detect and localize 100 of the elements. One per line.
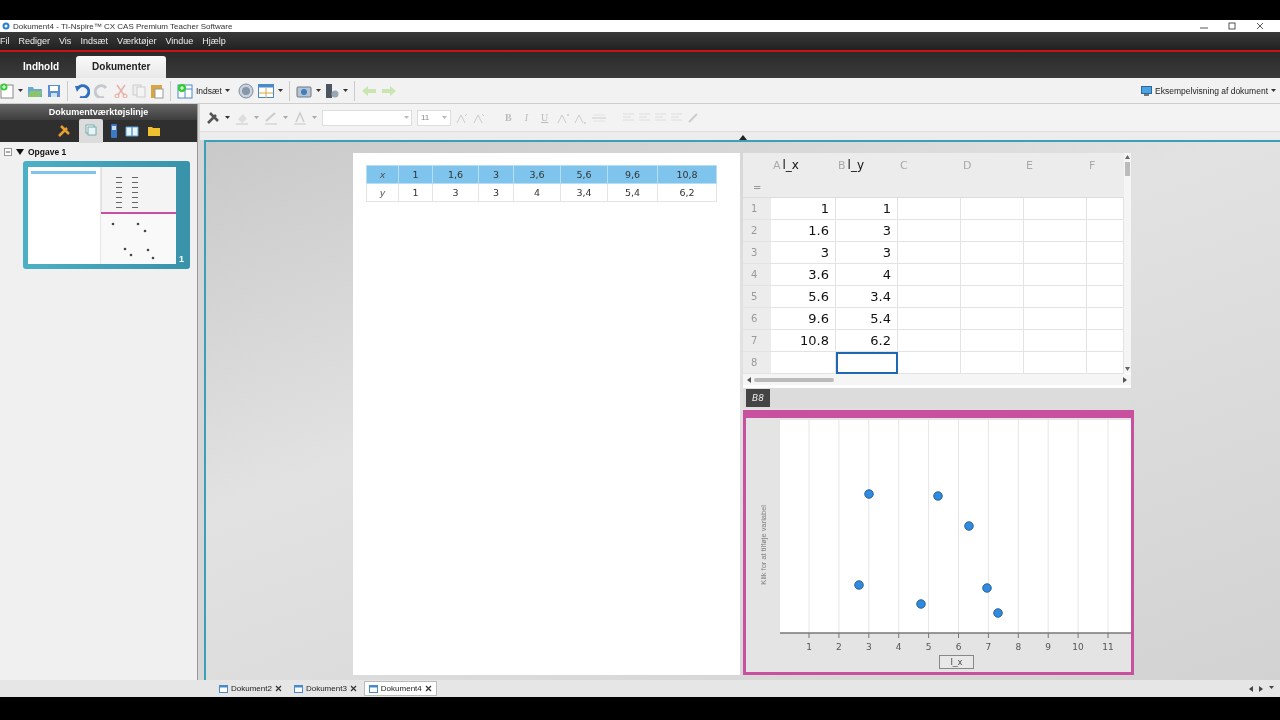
table-cell: 5,4 [607, 183, 658, 202]
spreadsheet-cell[interactable]: 3.6 [771, 264, 836, 286]
folder-icon[interactable] [146, 125, 161, 137]
expanded-triangle-icon[interactable] [16, 149, 24, 155]
caret-icon[interactable] [225, 116, 230, 119]
table-cell: 10,8 [657, 165, 717, 184]
variable-icon[interactable] [238, 82, 254, 99]
tab-menu-icon[interactable] [1269, 685, 1274, 689]
previous-tab-icon[interactable] [1249, 685, 1253, 692]
spreadsheet-cell[interactable]: 3 [836, 242, 898, 264]
page-thumbnail[interactable]: 1 [23, 161, 190, 269]
tools-icon[interactable] [206, 110, 220, 125]
vertical-scrollbar[interactable] [1124, 153, 1131, 373]
row-number: 7 [743, 330, 771, 352]
font-smaller-icon[interactable] [473, 111, 485, 124]
book-icon[interactable] [124, 125, 139, 137]
caret-icon[interactable] [316, 89, 321, 92]
document-icon[interactable] [219, 684, 228, 693]
spreadsheet-cell[interactable]: 3 [771, 242, 836, 264]
column-header[interactable]: B l_y [836, 153, 898, 177]
menu-item[interactable]: Vindue [162, 36, 200, 46]
copy-icon[interactable] [132, 83, 146, 98]
menu-item[interactable]: Indsæt [77, 36, 114, 46]
close-icon[interactable] [424, 685, 432, 692]
handheld-icon[interactable] [110, 124, 117, 138]
table-cell: 1 [398, 183, 433, 202]
close-icon[interactable] [274, 685, 282, 692]
table-cell: 3 [478, 165, 514, 184]
spreadsheet-cell[interactable] [836, 352, 898, 374]
spreadsheet-cell[interactable]: 1 [836, 198, 898, 220]
cut-icon[interactable] [114, 83, 128, 98]
text-color-icon[interactable] [293, 110, 307, 125]
menu-item[interactable]: Fil [0, 36, 16, 46]
close-icon[interactable] [1256, 22, 1264, 30]
x-variable-button[interactable]: l_x [938, 655, 975, 669]
caret-icon[interactable] [1271, 89, 1276, 92]
menu-item[interactable]: Rediger [15, 36, 57, 46]
problem-label[interactable]: Opgave 1 [28, 147, 67, 157]
scroll-left-icon[interactable] [747, 376, 751, 383]
save-icon[interactable] [47, 83, 61, 98]
preview-button[interactable]: Eksempelvisning af dokument [1141, 85, 1280, 96]
superscript-icon[interactable] [557, 111, 570, 124]
undo-icon[interactable] [74, 83, 90, 98]
panel-title: Dokumentværktøjslinje [0, 104, 197, 120]
link-icon[interactable] [687, 111, 700, 124]
menu-item[interactable]: Vis [56, 36, 78, 46]
column-letter: D [963, 158, 972, 172]
spreadsheet-cell[interactable]: 1 [771, 198, 836, 220]
collapse-box-icon[interactable] [4, 148, 12, 156]
scrollbar-thumb[interactable] [754, 377, 834, 382]
column-header[interactable]: A l_x [771, 153, 836, 177]
layout-grid-icon[interactable] [258, 83, 274, 98]
table-row-label: y [366, 183, 399, 202]
document-tab[interactable]: Dokument4 [363, 681, 437, 696]
caret-icon[interactable] [18, 89, 23, 92]
spreadsheet-cell[interactable]: 1.6 [771, 220, 836, 242]
close-icon[interactable] [349, 685, 357, 692]
tab[interactable]: Dokumenter [76, 56, 167, 78]
row-number: 3 [743, 242, 771, 264]
maximize-icon[interactable] [1228, 22, 1236, 30]
font-larger-icon[interactable] [456, 111, 468, 124]
tick-label: 2 [836, 642, 842, 652]
spreadsheet-cell[interactable]: 3.4 [836, 286, 898, 308]
collapse-arrow-icon[interactable] [739, 135, 747, 140]
document-tab[interactable]: Dokument3 [288, 681, 362, 696]
next-tab-icon[interactable] [1259, 685, 1263, 692]
line-color-icon[interactable] [264, 110, 278, 125]
spreadsheet-cell[interactable]: 9.6 [771, 308, 836, 330]
spreadsheet-cell[interactable]: 6.2 [836, 330, 898, 352]
document-icon[interactable] [368, 684, 378, 693]
spreadsheet-cell[interactable]: 3 [836, 220, 898, 242]
document-tab[interactable]: Dokument2 [214, 681, 287, 696]
insert-button[interactable]: Indsæt [177, 82, 234, 99]
back-arrow-icon[interactable] [361, 84, 377, 97]
table-cell: 3 [432, 183, 479, 202]
insert-page-icon[interactable] [177, 82, 193, 99]
spreadsheet-cell[interactable]: 4 [836, 264, 898, 286]
monitor-icon[interactable] [1141, 85, 1153, 96]
font-name-field[interactable] [322, 109, 412, 126]
document-icon[interactable] [293, 684, 303, 693]
camera-icon[interactable] [296, 83, 312, 98]
handheld-gear-icon[interactable] [325, 82, 339, 99]
row-number: 6 [743, 308, 771, 330]
table-cell: 6,2 [657, 183, 717, 202]
menu-item[interactable]: Værktøjer [113, 36, 163, 46]
forward-arrow-icon[interactable] [381, 84, 397, 97]
spreadsheet-cell[interactable]: 10.8 [771, 330, 836, 352]
scroll-right-icon[interactable] [1123, 376, 1127, 383]
caret-icon[interactable] [343, 89, 348, 92]
tab[interactable]: Indhold [12, 56, 71, 78]
column-letter: C [900, 158, 908, 172]
tick-label: 9 [1045, 642, 1052, 652]
caret-icon[interactable] [225, 89, 230, 92]
paste-icon[interactable] [150, 82, 164, 99]
spreadsheet-cell[interactable]: 5.6 [771, 286, 836, 308]
menu-item[interactable]: Hjælp [199, 36, 232, 46]
page-sorter-icon[interactable] [84, 124, 97, 136]
tools-icon[interactable] [56, 124, 71, 138]
spreadsheet-cell[interactable]: 5.4 [836, 308, 898, 330]
caret-icon[interactable] [278, 89, 283, 92]
